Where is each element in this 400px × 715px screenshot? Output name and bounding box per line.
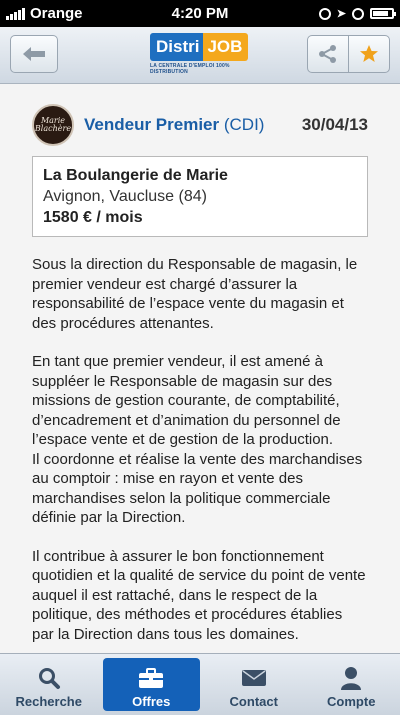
job-location: Avignon, Vaucluse (84) <box>43 188 207 205</box>
tab-account[interactable]: Compte <box>303 654 400 715</box>
nav-bar: Distri JOB LA CENTRALE D'EMPLOI 100% DIS… <box>0 27 400 84</box>
job-date: 30/04/13 <box>301 115 368 134</box>
lock-rotation-icon <box>318 7 331 20</box>
description-paragraph: Il contribue à assurer le bon fonctionne… <box>32 547 366 643</box>
logo-distri-text: Distri <box>150 33 204 61</box>
job-description: Sous la direction du Responsable de maga… <box>32 255 368 644</box>
job-salary: 1580 € / mois <box>43 209 143 226</box>
briefcase-icon <box>139 668 164 688</box>
tab-offers[interactable]: Offres <box>102 658 200 711</box>
description-text: Il coordonne et réalise la vente des mar… <box>32 450 363 527</box>
user-icon <box>341 667 362 690</box>
tab-contact[interactable]: Contact <box>205 654 303 715</box>
job-title: Vendeur Premier (CDI) <box>84 115 264 135</box>
company-name: La Boulangerie de Marie <box>43 167 228 184</box>
share-button[interactable] <box>308 36 348 72</box>
tab-label: Offres <box>132 694 171 709</box>
share-icon <box>319 45 336 63</box>
battery-icon <box>370 8 396 19</box>
description-paragraph: Sous la direction du Responsable de maga… <box>32 256 358 332</box>
distrijob-logo: Distri JOB LA CENTRALE D'EMPLOI 100% DIS… <box>150 33 250 77</box>
description-paragraph: En tant que premier vendeur, il est amen… <box>32 352 368 528</box>
tab-search[interactable]: Recherche <box>0 654 98 715</box>
tab-bar: Recherche Offres Contact Compte <box>0 653 400 715</box>
action-buttons <box>307 35 390 73</box>
contract-type: (CDI) <box>223 115 265 134</box>
alarm-icon <box>352 7 364 20</box>
tab-label: Contact <box>229 694 278 709</box>
job-header: Marie Blachère Vendeur Premier (CDI) 30/0… <box>32 102 368 148</box>
job-detail: Marie Blachère Vendeur Premier (CDI) 30/0… <box>0 84 400 654</box>
company-card: La Boulangerie de Marie Avignon, Vauclus… <box>32 156 368 237</box>
logo-job-text: JOB <box>203 33 249 61</box>
favorite-button[interactable] <box>348 36 389 72</box>
job-title-text: Vendeur Premier <box>84 115 220 134</box>
arrow-left-icon <box>23 47 45 61</box>
status-bar: Orange 4:20 PM ➤ <box>0 0 400 27</box>
location-icon: ➤ <box>336 8 346 20</box>
search-icon <box>38 668 60 689</box>
company-logo: Marie Blachère <box>32 104 74 146</box>
star-icon <box>360 45 378 62</box>
tab-label: Recherche <box>15 694 82 709</box>
back-button[interactable] <box>10 35 58 73</box>
logo-tagline: LA CENTRALE D'EMPLOI 100% DISTRIBUTION <box>150 63 230 75</box>
tab-label: Compte <box>327 694 376 709</box>
description-text: En tant que premier vendeur, il est amen… <box>32 353 341 448</box>
envelope-icon <box>241 670 266 686</box>
